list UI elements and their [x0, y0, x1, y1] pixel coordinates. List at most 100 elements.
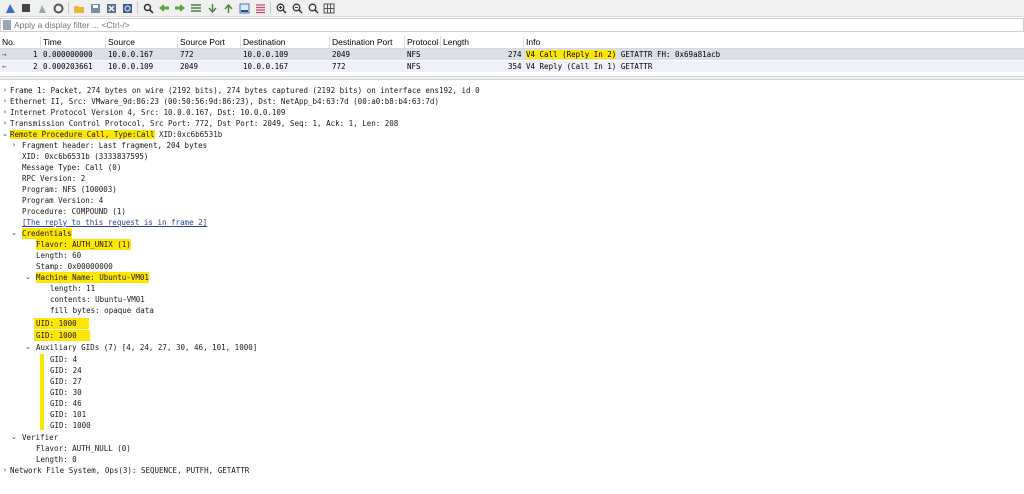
tree-item-ip[interactable]: Internet Protocol Version 4, Src: 10.0.0… [10, 107, 285, 118]
packet-row[interactable]: ← 2 0.000203661 10.0.0.109 2049 10.0.0.1… [0, 61, 1024, 72]
tree-item-verifier-length[interactable]: Length: 0 [36, 454, 77, 465]
options-gear-icon[interactable] [52, 2, 64, 14]
row-marker-icon: → [2, 50, 7, 59]
column-header-length[interactable]: Length [443, 36, 469, 48]
packet-source: 10.0.0.167 [108, 50, 154, 59]
packet-destination-port: 772 [332, 62, 346, 71]
packet-no: 2 [33, 62, 38, 71]
tree-item-cred-length[interactable]: Length: 60 [36, 250, 81, 261]
tree-item-mn-contents[interactable]: contents: Ubuntu-VM01 [50, 294, 145, 305]
collapse-arrow-icon[interactable]: ⌄ [24, 272, 32, 283]
column-header-no[interactable]: No. [2, 36, 15, 48]
forward-icon[interactable] [174, 2, 186, 14]
packet-list-header: No. Time Source Source Port Destination … [0, 36, 1024, 49]
tree-item-flavor[interactable]: Flavor: AUTH_UNIX (1) [36, 239, 131, 250]
tree-item-aux-gid[interactable]: GID: 101 [50, 409, 86, 420]
tree-item-mn-length[interactable]: length: 11 [50, 283, 95, 294]
packet-info: V4 Call (Reply In 2) GETATTR FH: 0x69a81… [526, 49, 720, 60]
column-header-source-port[interactable]: Source Port [180, 36, 225, 48]
tree-item-aux-gid[interactable]: GID: 46 [50, 398, 82, 409]
collapse-arrow-icon[interactable]: ⌄ [10, 228, 18, 239]
column-header-destination-port[interactable]: Destination Port [332, 36, 392, 48]
aux-gid-highlight-bar [40, 354, 44, 430]
resize-columns-icon[interactable] [323, 2, 335, 14]
reload-icon[interactable] [121, 2, 133, 14]
zoom-out-icon[interactable] [291, 2, 303, 14]
tree-item-program-version[interactable]: Program Version: 4 [22, 195, 103, 206]
packet-info: V4 Reply (Call In 1) GETATTR [526, 61, 652, 72]
expand-arrow-icon[interactable]: › [1, 96, 9, 107]
pane-splitter[interactable] [0, 76, 1024, 80]
main-toolbar [0, 0, 1024, 17]
stop-icon[interactable] [20, 2, 32, 14]
back-icon[interactable] [158, 2, 170, 14]
tree-item-rpc[interactable]: Remote Procedure Call, Type:Call XID:0xc… [10, 129, 222, 140]
tree-item-reply-link[interactable]: [The reply to this request is in frame 2… [22, 217, 207, 228]
first-packet-icon[interactable] [206, 2, 218, 14]
colorize-icon[interactable] [254, 2, 266, 14]
find-icon[interactable] [142, 2, 154, 14]
tree-item-fragment-header[interactable]: Fragment header: Last fragment, 204 byte… [22, 140, 207, 151]
tree-item-tcp[interactable]: Transmission Control Protocol, Src Port:… [10, 118, 398, 129]
expand-arrow-icon[interactable]: › [1, 118, 9, 129]
tree-item-mn-fill-bytes[interactable]: fill bytes: opaque data [50, 305, 154, 316]
tree-item-credentials[interactable]: Credentials [22, 228, 72, 239]
go-to-packet-icon[interactable] [190, 2, 202, 14]
collapse-arrow-icon[interactable]: ⌄ [10, 432, 18, 443]
row-marker-icon: ← [2, 62, 7, 71]
bookmark-icon[interactable] [3, 20, 11, 30]
tree-item-procedure[interactable]: Procedure: COMPOUND (1) [22, 206, 126, 217]
save-icon[interactable] [89, 2, 101, 14]
tree-item-rpc-version[interactable]: RPC Version: 2 [22, 173, 85, 184]
tree-item-aux-gid[interactable]: GID: 24 [50, 365, 82, 376]
packet-destination-port: 2049 [332, 50, 351, 59]
packet-time: 0.000000000 [43, 50, 93, 59]
packet-info-rest: V4 Reply (Call In 1) GETATTR [526, 62, 653, 71]
packet-length: 354 [508, 62, 522, 71]
expand-arrow-icon[interactable]: › [1, 465, 9, 476]
open-folder-icon[interactable] [73, 2, 85, 14]
display-filter-input[interactable] [14, 19, 914, 31]
restart-icon[interactable] [36, 2, 48, 14]
tree-item-frame[interactable]: Frame 1: Packet, 274 bytes on wire (2192… [10, 85, 480, 96]
tree-item-aux-gid[interactable]: GID: 4 [50, 354, 77, 365]
tree-item-nfs[interactable]: Network File System, Ops(3): SEQUENCE, P… [10, 465, 249, 476]
last-packet-icon[interactable] [222, 2, 234, 14]
close-file-icon[interactable] [105, 2, 117, 14]
zoom-in-icon[interactable] [275, 2, 287, 14]
tree-item-verifier-flavor[interactable]: Flavor: AUTH_NULL (0) [36, 443, 131, 454]
tree-item-verifier[interactable]: Verifier [22, 432, 58, 443]
packet-source-port: 772 [180, 50, 194, 59]
column-header-protocol[interactable]: Protocol [407, 36, 438, 48]
column-header-source[interactable]: Source [108, 36, 135, 48]
packet-time: 0.000203661 [43, 62, 93, 71]
reply-frame-link[interactable]: [The reply to this request is in frame 2… [22, 218, 207, 227]
expand-arrow-icon[interactable]: › [10, 140, 18, 151]
tree-item-program[interactable]: Program: NFS (100003) [22, 184, 117, 195]
tree-item-uid[interactable]: UID: 1000 [36, 318, 77, 329]
packet-row[interactable]: → 1 0.000000000 10.0.0.167 772 10.0.0.10… [0, 49, 1024, 60]
column-header-time[interactable]: Time [43, 36, 62, 48]
expand-arrow-icon[interactable]: › [1, 85, 9, 96]
expand-arrow-icon[interactable]: › [1, 107, 9, 118]
autoscroll-icon[interactable] [238, 2, 250, 14]
tree-item-stamp[interactable]: Stamp: 0x00000000 [36, 261, 113, 272]
tree-item-ethernet[interactable]: Ethernet II, Src: VMware_9d:86:23 (00:50… [10, 96, 439, 107]
tree-item-message-type[interactable]: Message Type: Call (0) [22, 162, 121, 173]
column-header-destination[interactable]: Destination [243, 36, 286, 48]
packet-length: 274 [508, 50, 522, 59]
tree-item-auxiliary-gids[interactable]: Auxiliary GIDs (7) [4, 24, 27, 30, 46, 1… [36, 342, 257, 353]
collapse-arrow-icon[interactable]: ⌄ [1, 129, 9, 140]
tree-item-aux-gid[interactable]: GID: 27 [50, 376, 82, 387]
tree-item-aux-gid[interactable]: GID: 30 [50, 387, 82, 398]
collapse-arrow-icon[interactable]: ⌄ [24, 342, 32, 353]
tree-item-gid[interactable]: GID: 1000 [36, 330, 77, 341]
column-header-info[interactable]: Info [526, 36, 540, 48]
zoom-normal-icon[interactable] [307, 2, 319, 14]
shark-fin-icon[interactable] [4, 2, 16, 14]
packet-source-port: 2049 [180, 62, 199, 71]
tree-item-xid[interactable]: XID: 0xc6b6531b (3333837595) [22, 151, 148, 162]
tree-item-aux-gid[interactable]: GID: 1000 [50, 420, 91, 431]
tree-item-machine-name[interactable]: Machine Name: Ubuntu-VM01 [36, 272, 149, 283]
packet-destination: 10.0.0.109 [243, 50, 289, 59]
